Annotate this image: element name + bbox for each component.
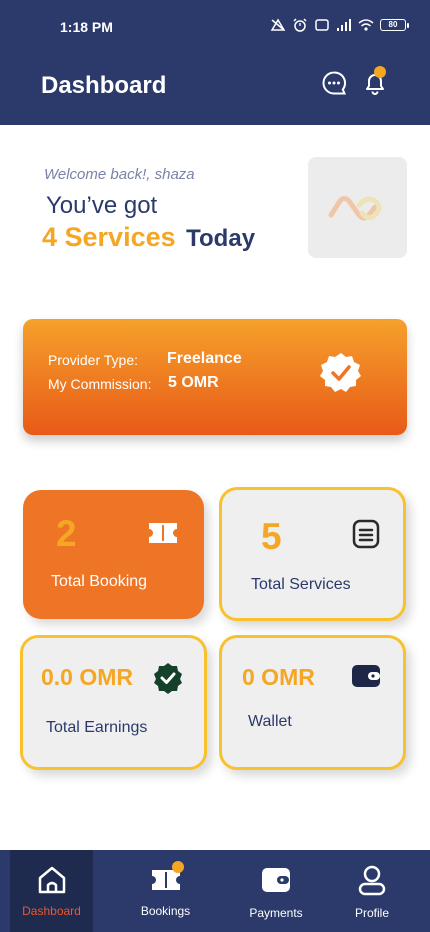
status-time: 1:18 PM bbox=[60, 19, 113, 35]
alarm-icon bbox=[293, 18, 307, 32]
user-icon bbox=[358, 865, 386, 896]
list-icon bbox=[352, 519, 380, 549]
provider-logo bbox=[308, 157, 407, 258]
nav-item-payments[interactable]: Payments bbox=[234, 850, 318, 932]
nav-item-dashboard[interactable]: Dashboard bbox=[10, 850, 93, 932]
today-text: Today bbox=[186, 225, 256, 252]
notification-badge bbox=[374, 66, 386, 78]
verified-check-icon bbox=[154, 663, 182, 694]
chat-button[interactable] bbox=[321, 70, 347, 96]
wallet-card[interactable]: 0 OMR Wallet bbox=[219, 635, 406, 770]
nav-label-profile: Profile bbox=[354, 906, 389, 920]
total-services-value: 5 bbox=[261, 516, 282, 557]
total-services-card[interactable]: 5 Total Services bbox=[219, 487, 406, 621]
signal-icon bbox=[337, 19, 351, 31]
home-icon bbox=[38, 866, 65, 894]
total-booking-card[interactable]: 2 Total Booking bbox=[23, 490, 204, 619]
page-title: Dashboard bbox=[41, 72, 167, 99]
verified-badge-icon bbox=[320, 353, 361, 392]
services-today-line: 4 Services Today bbox=[42, 222, 255, 253]
provider-info-card: Provider Type: Freelance My Commission: … bbox=[23, 319, 407, 435]
provider-type-value: Freelance bbox=[167, 350, 242, 367]
infinity-logo-icon bbox=[328, 195, 381, 220]
status-icons: 80 bbox=[270, 18, 409, 32]
nav-label-payments: Payments bbox=[249, 906, 303, 920]
total-booking-label: Total Booking bbox=[51, 573, 148, 590]
wallet-label: Wallet bbox=[248, 713, 292, 730]
wallet-icon bbox=[262, 868, 290, 892]
nav-label-dashboard: Dashboard bbox=[22, 904, 81, 918]
wallet-value: 0 OMR bbox=[242, 664, 315, 690]
total-booking-value: 2 bbox=[56, 513, 77, 554]
total-services-label: Total Services bbox=[251, 576, 351, 593]
ticket-icon bbox=[149, 523, 177, 543]
status-bar: 1:18 PM 80 bbox=[0, 0, 430, 54]
battery-icon: 80 bbox=[380, 19, 409, 31]
bookings-badge bbox=[172, 861, 184, 873]
services-count: 4 Services bbox=[42, 222, 176, 252]
total-earnings-label: Total Earnings bbox=[46, 719, 148, 736]
app-header: 1:18 PM 80 Dashboard bbox=[0, 0, 430, 125]
nav-label-bookings: Bookings bbox=[140, 904, 191, 918]
wifi-icon bbox=[358, 19, 374, 31]
nav-item-profile[interactable]: Profile bbox=[330, 850, 414, 932]
no-data-icon bbox=[270, 18, 286, 31]
chat-icon bbox=[322, 71, 347, 95]
commission-value: 5 OMR bbox=[168, 374, 219, 391]
commission-label: My Commission: bbox=[48, 376, 152, 392]
total-earnings-card[interactable]: 0.0 OMR Total Earnings bbox=[20, 635, 207, 770]
volte-icon bbox=[315, 19, 329, 31]
provider-type-label: Provider Type: bbox=[48, 352, 139, 368]
total-earnings-value: 0.0 OMR bbox=[41, 664, 134, 690]
bottom-navigation: Dashboard Bookings Payments Profile bbox=[0, 850, 430, 932]
welcome-text: Welcome back!, shaza bbox=[44, 166, 195, 183]
services-intro-text: You’ve got bbox=[46, 192, 158, 219]
wallet-icon bbox=[352, 665, 380, 687]
notifications-button[interactable] bbox=[362, 66, 388, 96]
nav-item-bookings[interactable]: Bookings bbox=[124, 850, 207, 932]
